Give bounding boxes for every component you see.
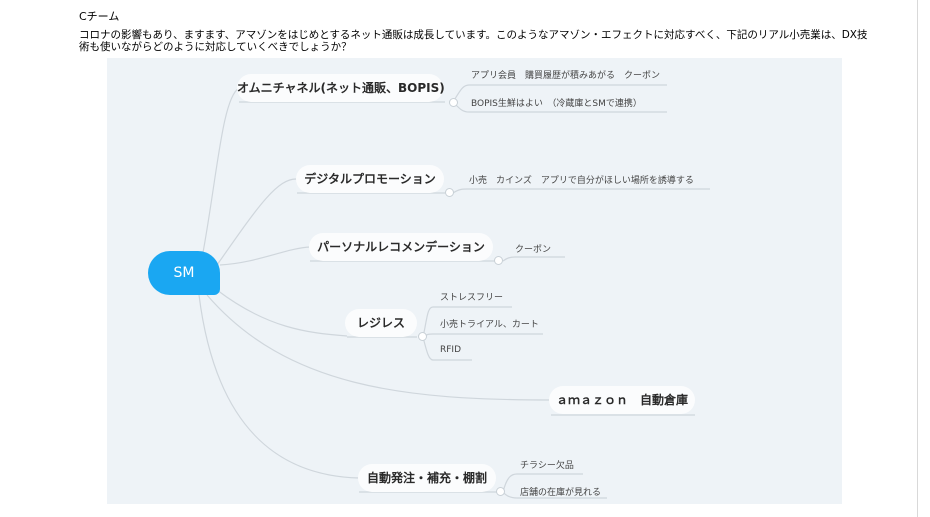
branch-auto-ordering[interactable]: 自動発注・補充・棚割 [358,464,496,492]
leaf-bopis-fresh[interactable]: BOPIS生鮮はよい （冷蔵庫とSMで連携） [471,96,642,109]
collapse-dot-personal-recommendation[interactable] [494,256,503,265]
collapse-dot-registerless[interactable] [418,332,427,341]
right-scrollbar-track[interactable] [917,0,930,517]
branch-personal-recommendation[interactable]: パーソナルレコメンデーション [309,233,493,261]
collapse-dot-auto-ordering[interactable] [496,487,505,496]
leaf-trial-cart[interactable]: 小売トライアル、カート [440,317,539,330]
leaf-flyer-stockout[interactable]: チラシー欠品 [520,458,574,471]
collapse-dot-omnichannel[interactable] [449,98,458,107]
branch-amazon-warehouse[interactable]: ａｍａｚｏｎ 自動倉庫 [549,386,695,414]
leaf-rfid[interactable]: RFID [440,345,461,355]
collapse-dot-digital-promotion[interactable] [445,188,454,197]
leaf-coupon[interactable]: クーポン [515,242,551,255]
branch-registerless[interactable]: レジレス [345,309,417,337]
leaf-store-inventory[interactable]: 店舗の在庫が見れる [520,485,601,498]
team-title: Cチーム [79,10,120,23]
branch-digital-promotion[interactable]: デジタルプロモーション [296,165,444,193]
question-text: コロナの影響もあり、ますます、アマゾンをはじめとするネット通販は成長しています。… [79,29,868,53]
root-node-sm[interactable]: SM [148,251,220,295]
leaf-stress-free[interactable]: ストレスフリー [440,290,503,303]
mindmap-canvas: SM オムニチャネル(ネット通販、BOPIS) デジタルプロモーション パーソナ… [107,58,842,504]
leaf-app-member[interactable]: アプリ会員 購買履歴が積みあがる クーポン [471,68,660,81]
leaf-cainz-app[interactable]: 小売 カインズ アプリで自分がほしい場所を誘導する [469,173,694,186]
branch-omnichannel[interactable]: オムニチャネル(ネット通販、BOPIS) [237,74,445,102]
